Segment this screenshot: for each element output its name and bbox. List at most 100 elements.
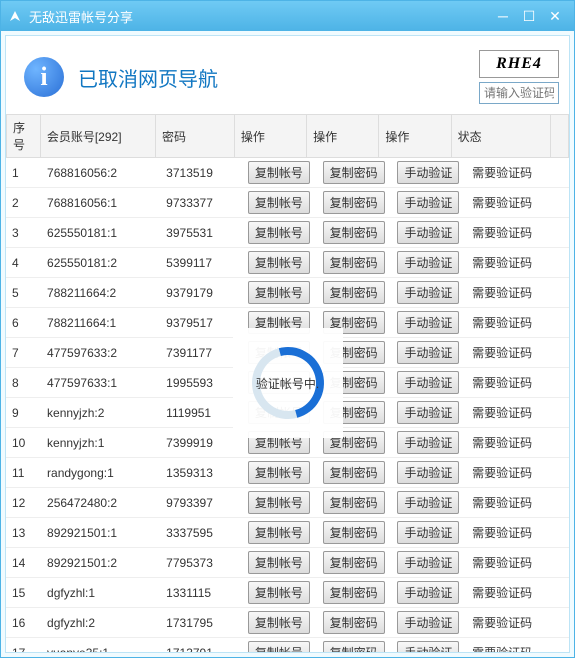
cell-seq: 14 (6, 548, 41, 578)
minimize-button[interactable]: ─ (490, 7, 516, 25)
copy-account-button[interactable]: 复制帐号 (248, 611, 310, 634)
cell-password: 1119951 (160, 398, 242, 428)
cell-password: 1731795 (160, 608, 242, 638)
cell-seq: 6 (6, 308, 41, 338)
copy-account-button[interactable]: 复制帐号 (248, 221, 310, 244)
copy-password-button[interactable]: 复制密码 (323, 581, 385, 604)
manual-verify-button[interactable]: 手动验证 (397, 491, 459, 514)
manual-verify-button[interactable]: 手动验证 (397, 401, 459, 424)
copy-account-button[interactable]: 复制帐号 (248, 161, 310, 184)
manual-verify-button[interactable]: 手动验证 (397, 521, 459, 544)
cell-status: 需要验证码 (466, 158, 569, 188)
th-seq[interactable]: 序号 (7, 115, 41, 158)
copy-password-button[interactable]: 复制密码 (323, 161, 385, 184)
window-title: 无敌迅雷帐号分享 (29, 7, 490, 26)
table-row[interactable]: 16dgfyzhl:21731795复制帐号复制密码手动验证需要验证码 (6, 608, 569, 638)
manual-verify-button[interactable]: 手动验证 (397, 311, 459, 334)
table-header: 序号 会员账号[292] 密码 操作 操作 操作 状态 (6, 114, 569, 158)
table-row[interactable]: 17yuanye35:11713791复制帐号复制密码手动验证需要验证码 (6, 638, 569, 653)
captcha-image[interactable]: RHE4 (479, 50, 559, 78)
copy-account-button[interactable]: 复制帐号 (248, 641, 310, 652)
spinner-text: 验证帐号中. (256, 375, 319, 392)
manual-verify-button[interactable]: 手动验证 (397, 641, 459, 652)
cell-account: 625550181:1 (41, 218, 160, 248)
copy-account-button[interactable]: 复制帐号 (248, 581, 310, 604)
th-status[interactable]: 状态 (451, 115, 550, 158)
header-row: i 已取消网页导航 RHE4 (6, 36, 569, 114)
copy-account-button[interactable]: 复制帐号 (248, 551, 310, 574)
table-row[interactable]: 15dgfyzhl:11331115复制帐号复制密码手动验证需要验证码 (6, 578, 569, 608)
manual-verify-button[interactable]: 手动验证 (397, 581, 459, 604)
cell-seq: 9 (6, 398, 41, 428)
manual-verify-button[interactable]: 手动验证 (397, 551, 459, 574)
copy-password-button[interactable]: 复制密码 (323, 641, 385, 652)
cell-account: 892921501:1 (41, 518, 160, 548)
copy-password-button[interactable]: 复制密码 (323, 551, 385, 574)
manual-verify-button[interactable]: 手动验证 (397, 161, 459, 184)
copy-password-button[interactable]: 复制密码 (323, 221, 385, 244)
cell-password: 9379517 (160, 308, 242, 338)
manual-verify-button[interactable]: 手动验证 (397, 461, 459, 484)
manual-verify-button[interactable]: 手动验证 (397, 371, 459, 394)
cell-status: 需要验证码 (466, 578, 569, 608)
copy-password-button[interactable]: 复制密码 (323, 251, 385, 274)
manual-verify-button[interactable]: 手动验证 (397, 611, 459, 634)
copy-account-button[interactable]: 复制帐号 (248, 281, 310, 304)
th-op3[interactable]: 操作 (379, 115, 451, 158)
cell-seq: 1 (6, 158, 41, 188)
table-row[interactable]: 3625550181:13975531复制帐号复制密码手动验证需要验证码 (6, 218, 569, 248)
manual-verify-button[interactable]: 手动验证 (397, 431, 459, 454)
copy-account-button[interactable]: 复制帐号 (248, 461, 310, 484)
copy-password-button[interactable]: 复制密码 (323, 281, 385, 304)
cell-seq: 15 (6, 578, 41, 608)
cell-password: 1995593 (160, 368, 242, 398)
table-row[interactable]: 12256472480:29793397复制帐号复制密码手动验证需要验证码 (6, 488, 569, 518)
manual-verify-button[interactable]: 手动验证 (397, 191, 459, 214)
cell-status: 需要验证码 (466, 518, 569, 548)
cell-account: 768816056:2 (41, 158, 160, 188)
info-icon: i (24, 57, 64, 97)
cell-seq: 11 (6, 458, 41, 488)
manual-verify-button[interactable]: 手动验证 (397, 341, 459, 364)
copy-password-button[interactable]: 复制密码 (323, 491, 385, 514)
table-row[interactable]: 1768816056:23713519复制帐号复制密码手动验证需要验证码 (6, 158, 569, 188)
copy-account-button[interactable]: 复制帐号 (248, 491, 310, 514)
copy-account-button[interactable]: 复制帐号 (248, 191, 310, 214)
cell-seq: 2 (6, 188, 41, 218)
close-button[interactable]: ✕ (542, 7, 568, 25)
cell-account: yuanye35:1 (41, 638, 160, 653)
manual-verify-button[interactable]: 手动验证 (397, 281, 459, 304)
manual-verify-button[interactable]: 手动验证 (397, 251, 459, 274)
copy-password-button[interactable]: 复制密码 (323, 611, 385, 634)
th-op2[interactable]: 操作 (307, 115, 379, 158)
table-row[interactable]: 5788211664:29379179复制帐号复制密码手动验证需要验证码 (6, 278, 569, 308)
cell-status: 需要验证码 (466, 308, 569, 338)
cell-seq: 3 (6, 218, 41, 248)
th-op1[interactable]: 操作 (234, 115, 306, 158)
captcha-input[interactable] (479, 82, 559, 104)
copy-account-button[interactable]: 复制帐号 (248, 251, 310, 274)
cell-account: 788211664:1 (41, 308, 160, 338)
copy-password-button[interactable]: 复制密码 (323, 461, 385, 484)
cell-account: dgfyzhl:2 (41, 608, 160, 638)
th-scrollgutter (550, 115, 568, 158)
copy-password-button[interactable]: 复制密码 (323, 521, 385, 544)
cell-status: 需要验证码 (466, 428, 569, 458)
table-row[interactable]: 2768816056:19733377复制帐号复制密码手动验证需要验证码 (6, 188, 569, 218)
maximize-button[interactable]: ☐ (516, 7, 542, 25)
th-account[interactable]: 会员账号[292] (40, 115, 155, 158)
manual-verify-button[interactable]: 手动验证 (397, 221, 459, 244)
copy-account-button[interactable]: 复制帐号 (248, 521, 310, 544)
cell-seq: 5 (6, 278, 41, 308)
app-icon (7, 8, 23, 24)
copy-password-button[interactable]: 复制密码 (323, 191, 385, 214)
cell-account: 477597633:2 (41, 338, 160, 368)
th-password[interactable]: 密码 (155, 115, 234, 158)
table-row[interactable]: 11randygong:11359313复制帐号复制密码手动验证需要验证码 (6, 458, 569, 488)
cell-password: 3337595 (160, 518, 242, 548)
table-row[interactable]: 4625550181:25399117复制帐号复制密码手动验证需要验证码 (6, 248, 569, 278)
cell-status: 需要验证码 (466, 188, 569, 218)
table-row[interactable]: 14892921501:27795373复制帐号复制密码手动验证需要验证码 (6, 548, 569, 578)
cell-password: 1331115 (160, 578, 242, 608)
table-row[interactable]: 13892921501:13337595复制帐号复制密码手动验证需要验证码 (6, 518, 569, 548)
